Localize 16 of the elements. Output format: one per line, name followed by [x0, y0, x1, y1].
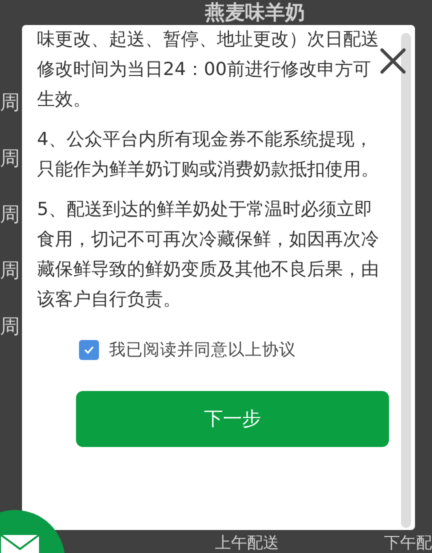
- terms-paragraph: 5、配送到达的鲜羊奶处于常温时必须立即食用，切记不可再次冷藏保鲜，如因再次冷藏保鲜导致的鲜奶变质及其他不良后果，由该客户自行负责。: [37, 198, 380, 312]
- row-label: 周: [0, 202, 20, 226]
- envelope-icon: [0, 534, 40, 553]
- close-icon[interactable]: [380, 48, 406, 74]
- delivery-option[interactable]: 上午配送: [215, 534, 279, 552]
- page-title: 燕麦味羊奶: [205, 1, 305, 23]
- terms-paragraph: 味更改、起送、暂停、地址更改）次日配送修改时间为当日24：00前进行修改申方可生效。: [37, 28, 380, 112]
- delivery-option[interactable]: 下午配: [384, 534, 432, 552]
- row-label: 周: [0, 146, 20, 170]
- row-label: 周: [0, 258, 20, 282]
- terms-paragraph: 4、公众平台内所有现金券不能系统提现，只能作为鲜羊奶订购或消费奶款抵扣使用。: [37, 128, 380, 182]
- next-button[interactable]: 下一步: [76, 391, 389, 447]
- row-label: 周: [0, 314, 20, 338]
- checkbox[interactable]: [79, 340, 99, 360]
- row-label: 周: [0, 90, 20, 114]
- agree-label: 我已阅读并同意以上协议: [109, 339, 296, 361]
